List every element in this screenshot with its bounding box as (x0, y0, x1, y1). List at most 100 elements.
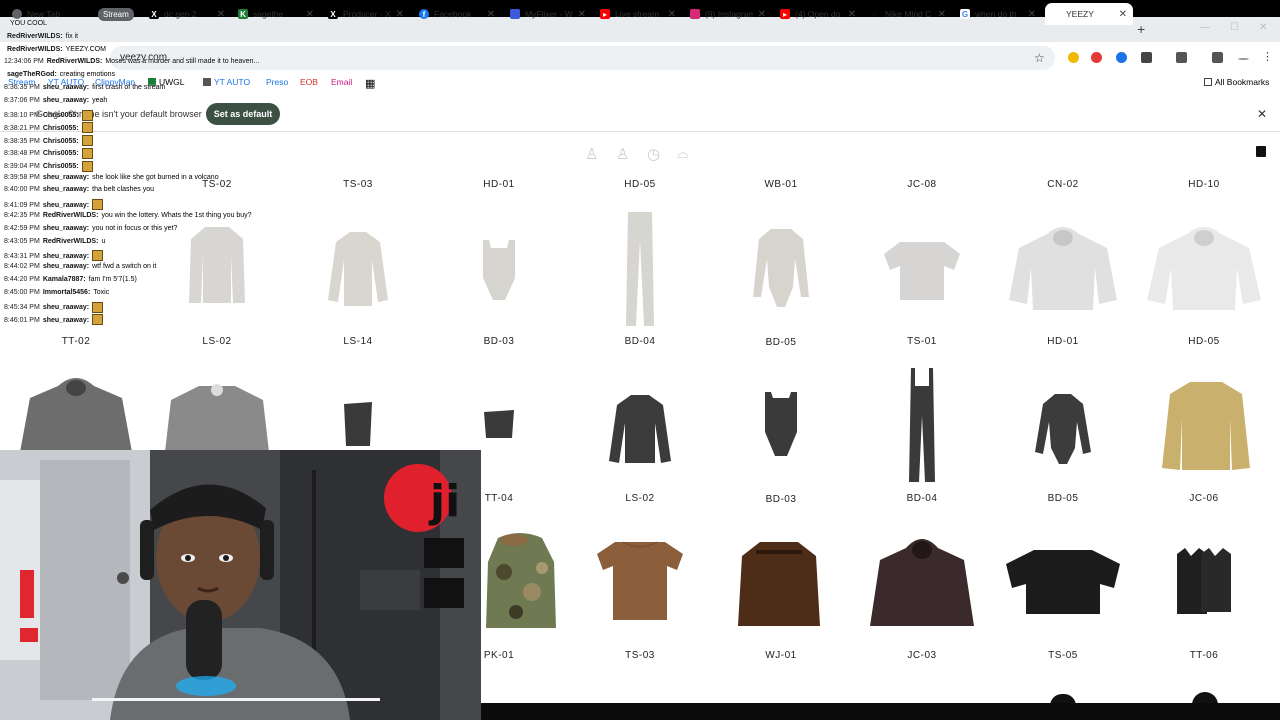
product-label[interactable]: HD-05 (1188, 336, 1219, 347)
product-image-tshirt-pack[interactable] (595, 540, 685, 622)
product-image-fur-jacket[interactable] (736, 538, 822, 630)
maximize-icon[interactable]: ☐ (1230, 22, 1239, 33)
product-label[interactable]: TT-02 (62, 336, 91, 347)
product-image-tank-pack[interactable] (1173, 546, 1235, 616)
product-image-camo-parka[interactable] (484, 532, 556, 632)
product-image-pants[interactable] (622, 210, 658, 328)
product-label[interactable]: LS-14 (343, 336, 372, 347)
close-icon[interactable]: ✕ (848, 9, 856, 20)
product-image-longsleeve[interactable] (326, 230, 390, 308)
close-icon[interactable]: ✕ (578, 9, 586, 20)
product-image-puffer-jacket[interactable] (1160, 378, 1252, 472)
product-label[interactable]: LS-02 (202, 336, 231, 347)
shoe-icon[interactable]: ⌓ (677, 145, 689, 162)
bookmark-email[interactable]: Email (331, 77, 352, 87)
tab-nike[interactable]: ✓ Nike Mind C ✕ (864, 3, 952, 25)
product-label[interactable]: BD-05 (1048, 493, 1079, 504)
tab-yeezy[interactable]: YEEZY ✕ (1045, 3, 1133, 25)
bookmark-star-icon[interactable]: ☆ (1034, 51, 1045, 65)
tab-producer[interactable]: X Producer - X ✕ (322, 3, 410, 25)
close-icon[interactable]: ✕ (487, 9, 495, 20)
product-image-longsleeve-black[interactable] (607, 393, 673, 465)
product-label[interactable]: WB-01 (764, 179, 797, 190)
product-label[interactable]: TT-06 (1190, 650, 1219, 661)
extension-icon[interactable] (1068, 52, 1079, 63)
tab-instagram[interactable]: (9) Instagram ✕ (684, 3, 772, 25)
close-icon[interactable]: ✕ (1119, 9, 1127, 20)
product-image-bodysuit-black[interactable] (761, 390, 801, 460)
product-label[interactable]: HD-01 (483, 179, 514, 190)
chat-message: 8:43:31 PM sheu_raaway: (4, 250, 104, 262)
clock-icon[interactable]: ◷ (647, 145, 660, 163)
product-image-bodysuit-longsleeve[interactable] (751, 227, 811, 311)
extension-icon[interactable] (1091, 52, 1102, 63)
close-icon[interactable]: ✕ (1257, 107, 1267, 121)
product-image-hoodie-brown[interactable] (868, 536, 976, 630)
figure-icon[interactable]: ♙ (585, 145, 598, 163)
chat-timestamp: 8:39:58 PM (4, 173, 40, 181)
close-icon[interactable]: ✕ (217, 9, 225, 20)
product-image-boxy-tee[interactable] (1004, 548, 1122, 616)
close-icon[interactable]: ✕ (668, 9, 676, 20)
close-window-icon[interactable]: ✕ (1259, 22, 1267, 33)
product-label[interactable]: BD-04 (625, 336, 656, 347)
menu-icon[interactable]: ⋮ (1262, 50, 1273, 63)
product-label[interactable]: PK-01 (484, 650, 514, 661)
product-image-bodysuit-turtleneck[interactable] (1033, 392, 1093, 466)
tab-google-search[interactable]: G when do th ✕ (954, 3, 1042, 25)
close-icon[interactable]: ✕ (306, 9, 314, 20)
close-icon[interactable]: ✕ (1028, 9, 1036, 20)
chat-message: 8:42:35 PM RedRiverWILDS: you win the lott… (4, 212, 252, 219)
new-tab-button[interactable]: + (1137, 21, 1145, 37)
chat-text: creating emotions (59, 71, 116, 79)
product-image-crop-top[interactable] (482, 408, 516, 440)
product-label[interactable]: HD-05 (624, 179, 655, 190)
all-bookmarks[interactable]: All Bookmarks (1204, 77, 1269, 87)
product-image-hoodie-zip[interactable] (1145, 224, 1263, 314)
product-label[interactable]: BD-03 (766, 494, 797, 505)
minimize-icon[interactable]: — (1200, 22, 1210, 33)
close-icon[interactable]: ✕ (938, 9, 946, 20)
product-image-tube-top[interactable] (342, 400, 374, 448)
apps-grid-icon[interactable]: ▦ (365, 77, 375, 90)
product-image-bodysuit[interactable] (479, 238, 519, 304)
chat-timestamp: 8:41:09 PM (4, 201, 40, 209)
product-label[interactable]: HD-01 (1047, 336, 1078, 347)
product-label[interactable]: TT-04 (485, 493, 514, 504)
figure-icon[interactable]: ♙ (616, 145, 629, 163)
tab-live-stream[interactable]: ▸ Live stream ✕ (594, 3, 682, 25)
chat-username: sageTheRGod: (7, 71, 57, 79)
product-label[interactable]: JC-06 (1189, 493, 1218, 504)
tab-open-do[interactable]: ▸ (4) Open do ✕ (774, 3, 862, 25)
close-icon[interactable]: ✕ (758, 9, 766, 20)
product-label[interactable]: JC-08 (907, 179, 936, 190)
tab-facebook[interactable]: f Facebook ✕ (413, 3, 501, 25)
product-label[interactable]: LS-02 (625, 493, 654, 504)
x-icon: X (328, 9, 338, 19)
product-label[interactable]: WJ-01 (765, 650, 796, 661)
extension-icon[interactable] (1116, 52, 1127, 63)
product-label[interactable]: BD-04 (907, 493, 938, 504)
product-label[interactable]: CN-02 (1047, 179, 1078, 190)
media-icon[interactable] (1212, 52, 1223, 63)
product-label[interactable]: TS-01 (907, 336, 937, 347)
product-label[interactable]: TS-05 (1048, 650, 1078, 661)
product-label[interactable]: JC-03 (907, 650, 936, 661)
product-label[interactable]: TS-03 (343, 179, 373, 190)
product-image-hoodie[interactable] (1007, 224, 1119, 314)
product-image-tshirt[interactable] (882, 240, 962, 302)
profile-icon[interactable] (1238, 58, 1249, 60)
bookmark-eob[interactable]: EOB (300, 77, 318, 87)
close-icon[interactable]: ✕ (396, 9, 404, 20)
product-label[interactable]: HD-10 (1188, 179, 1219, 190)
product-label[interactable]: BD-05 (766, 337, 797, 348)
cart-icon[interactable] (1256, 146, 1266, 157)
tab-myflixer[interactable]: MyFlixer - W ✕ (504, 3, 592, 25)
side-panel-icon[interactable] (1176, 52, 1187, 63)
product-image-hoodie-grey[interactable] (18, 376, 134, 452)
product-image-sweatshirt[interactable] (163, 380, 271, 452)
product-label[interactable]: TS-03 (625, 650, 655, 661)
extensions-puzzle-icon[interactable] (1141, 52, 1152, 63)
product-label[interactable]: BD-03 (484, 336, 515, 347)
product-image-overall[interactable] (905, 366, 939, 484)
